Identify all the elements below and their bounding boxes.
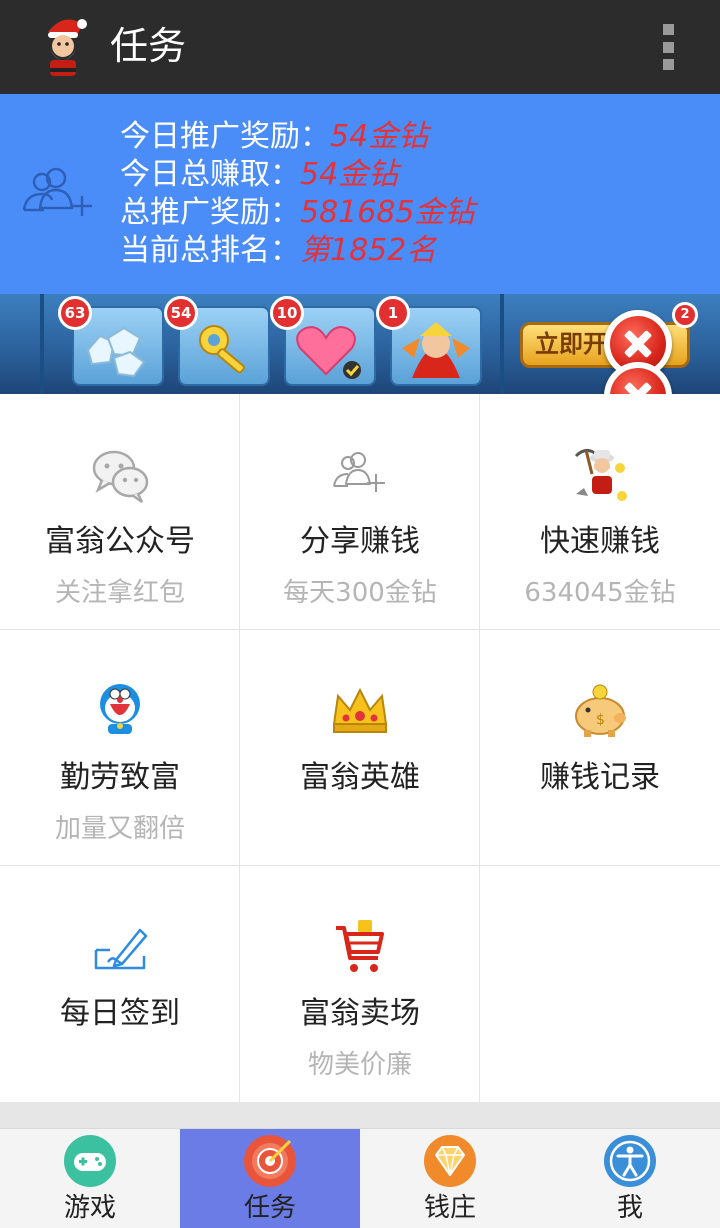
wechat-icon [90,444,150,504]
grid-item-wechat-official[interactable]: 富翁公众号 关注拿红包 [0,394,240,630]
overflow-menu-icon[interactable] [656,24,680,70]
task-grid: 富翁公众号 关注拿红包 分享赚钱 每天300金钻 快速赚钱 634045金钻 勤… [0,394,720,1102]
sign-in-icon [90,916,150,976]
grid-item-hard-work[interactable]: 勤劳致富 加量又翻倍 [0,630,240,866]
add-friends-icon [20,164,100,220]
grid-item-quick-earn[interactable]: 快速赚钱 634045金钻 [480,394,720,630]
grid-item-title: 勤劳致富 [60,760,180,795]
diamond-icon [424,1135,476,1187]
tab-me[interactable]: 我 [540,1129,720,1228]
stat-total-promo: 总推广奖励：581685金钻 [120,195,475,230]
stat-today-total: 今日总赚取：54金钻 [120,157,399,192]
ad-badge: 1 [376,296,410,330]
grid-item-title: 赚钱记录 [540,760,660,795]
ad-cta-badge: 2 [672,302,698,328]
accessibility-icon [604,1135,656,1187]
piggy-bank-icon: $ [570,680,630,740]
tab-bank[interactable]: 钱庄 [360,1129,540,1228]
shopping-cart-icon [330,916,390,976]
grid-item-store[interactable]: 富翁卖场 物美价廉 [240,866,480,1102]
tab-games[interactable]: 游戏 [0,1129,180,1228]
grid-item-subtitle: 物美价廉 [307,1050,412,1080]
grid-item-subtitle: 634045金钻 [524,578,676,608]
grid-item-share-earn[interactable]: 分享赚钱 每天300金钻 [240,394,480,630]
grid-item-subtitle: 每天300金钻 [283,578,437,608]
tab-tasks[interactable]: 任务 [180,1129,360,1228]
crown-icon [330,680,390,740]
grid-item-title: 富翁英雄 [300,760,420,795]
ad-badge: 10 [270,296,304,330]
grid-item-subtitle: 关注拿红包 [54,578,185,608]
grid-item-title: 分享赚钱 [300,524,420,559]
bottom-nav: 游戏 任务 钱庄 我 [0,1128,720,1228]
ad-badge: 63 [58,296,92,330]
grid-item-title: 富翁公众号 [45,524,195,559]
doraemon-icon [90,680,150,740]
grid-item-title: 每日签到 [60,996,180,1031]
tab-label: 游戏 [63,1193,116,1223]
grid-item-hero[interactable]: 富翁英雄 [240,630,480,866]
grid-empty-cell [480,866,720,1102]
tab-label: 我 [616,1193,643,1223]
page-title: 任务 [110,24,187,68]
miner-icon [570,444,630,504]
grid-item-title: 快速赚钱 [540,524,660,559]
grid-item-daily-sign-in[interactable]: 每日签到 [0,866,240,1102]
grid-item-title: 富翁卖场 [300,996,420,1031]
grid-item-earn-record[interactable]: $ 赚钱记录 [480,630,720,866]
tab-label: 任务 [243,1193,296,1223]
share-people-icon [330,444,390,504]
grid-item-subtitle: 加量又翻倍 [54,814,185,844]
stats-panel: 今日推广奖励：54金钻 今日总赚取：54金钻 总推广奖励：581685金钻 当前… [0,94,720,294]
app-bar: 任务 [0,0,720,94]
ad-badge: 54 [164,296,198,330]
target-icon [244,1135,296,1187]
tab-label: 钱庄 [423,1193,476,1223]
stat-today-promo: 今日推广奖励：54金钻 [120,119,429,154]
svg-text:$: $ [596,712,605,728]
stat-current-rank: 当前总排名：第1852名 [120,233,437,268]
gamepad-icon [64,1135,116,1187]
santa-avatar-icon[interactable] [38,12,90,80]
